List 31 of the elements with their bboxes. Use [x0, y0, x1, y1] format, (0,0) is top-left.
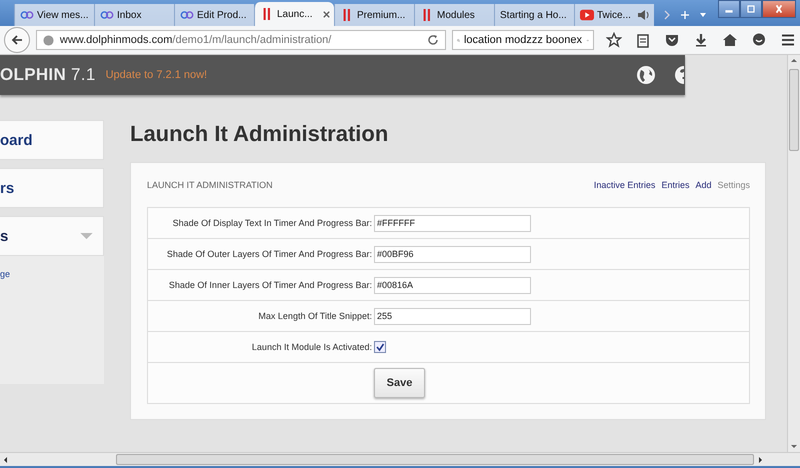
field-label: Max Length Of Title Snippet:: [257, 311, 372, 321]
browser-tab[interactable]: Inbox: [94, 4, 174, 26]
browser-tab[interactable]: Modules: [414, 4, 494, 26]
site-logo[interactable]: OLPHIN 7.1: [0, 65, 96, 85]
search-field[interactable]: location modzzz boonex: [452, 30, 594, 50]
browser-tab[interactable]: Starting a Ho...: [494, 4, 574, 26]
field-label: Launch It Module Is Activated:: [250, 342, 372, 352]
browser-tab[interactable]: View mes...: [14, 4, 94, 26]
browser-tab[interactable]: Edit Prod...: [174, 4, 254, 26]
browser-tab[interactable]: Twice...: [574, 4, 654, 26]
sidebar-item[interactable]: oard: [0, 120, 104, 160]
field-label: Shade Of Outer Layers Of Timer And Progress Bar:: [166, 249, 372, 259]
panel-link[interactable]: Settings: [717, 180, 750, 190]
panel-link[interactable]: Inactive Entries: [594, 180, 656, 190]
page-title: Launch It Administration: [130, 120, 390, 148]
input-field[interactable]: #FFFFFF: [374, 214, 531, 232]
input-field[interactable]: 255: [374, 308, 531, 324]
field-label: Shade Of Inner Layers Of Timer And Progress Bar:: [168, 280, 372, 290]
browser-tab[interactable]: Premium...: [334, 4, 414, 26]
input-field[interactable]: #00BF96: [374, 246, 531, 262]
save-button[interactable]: Save: [374, 368, 425, 398]
browser-tab[interactable]: Launc...: [254, 2, 334, 26]
sidebar-link[interactable]: ge: [0, 269, 10, 279]
address-field[interactable]: www.dolphinmods.com/demo1/m/launch/administration/: [36, 30, 446, 50]
panel-title: LAUNCH IT ADMINISTRATION: [147, 180, 273, 190]
input-field[interactable]: #00816A: [374, 276, 531, 294]
sidebar-item[interactable]: s: [0, 216, 104, 256]
sidebar-item[interactable]: rs: [0, 168, 104, 208]
panel-link[interactable]: Add: [695, 180, 712, 190]
field-label: Shade Of Display Text In Timer And Progress Bar:: [172, 218, 372, 228]
panel-link[interactable]: Entries: [661, 180, 690, 190]
